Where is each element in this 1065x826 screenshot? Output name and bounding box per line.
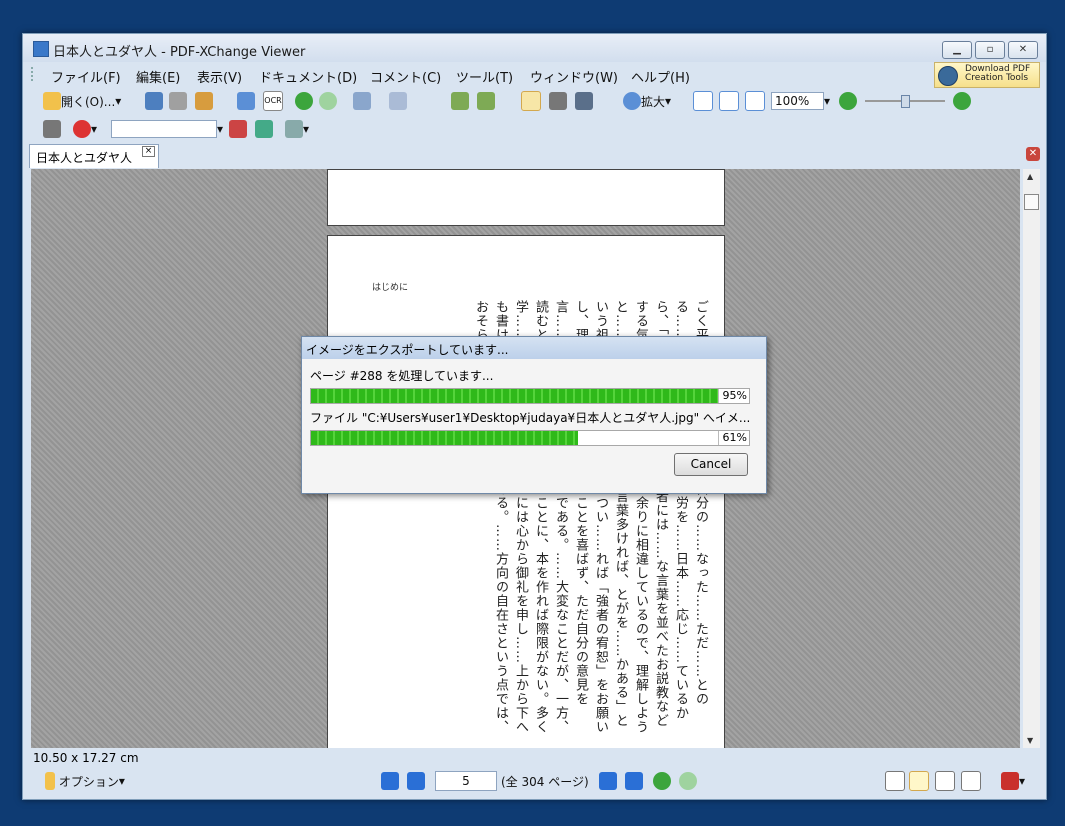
close-document-icon[interactable]: ✕: [1026, 147, 1040, 161]
flag-icon: [45, 772, 55, 790]
binoculars-icon[interactable]: [43, 120, 61, 138]
snapshot-icon[interactable]: [549, 92, 567, 110]
menu-view[interactable]: 表示(V): [197, 67, 242, 86]
menu-document[interactable]: ドキュメント(D): [259, 67, 357, 86]
file-progress-bar: 61%: [310, 430, 750, 446]
window-title: 日本人とユダヤ人 - PDF-XChange Viewer: [53, 45, 306, 60]
menu-bar: ファイル(F) 編集(E) 表示(V) ドキュメント(D) コメント(C) ツー…: [23, 62, 1046, 88]
open-button[interactable]: 開く(O)... ▾: [43, 91, 121, 111]
rotate-right-icon[interactable]: [477, 92, 495, 110]
export-icon[interactable]: [195, 92, 213, 110]
previous-page: [327, 169, 725, 226]
navigation-bar: オプション ▾ 5 (全 304 ページ) ▾: [23, 768, 1046, 796]
options-button[interactable]: オプション ▾: [45, 771, 125, 791]
page-total-label: (全 304 ページ): [501, 774, 589, 789]
menu-help[interactable]: ヘルプ(H): [631, 67, 690, 86]
page-progress-bar: 95%: [310, 388, 750, 404]
document-tab-bar: 日本人とユダヤ人 × ✕: [23, 142, 1046, 169]
download-line2: Creation Tools: [965, 73, 1029, 83]
download-icon: [938, 66, 958, 86]
close-button[interactable]: ✕: [1008, 41, 1038, 59]
file-progress-fill: [311, 431, 579, 445]
dialog-title-bar: イメージをエクスポートしています...: [302, 337, 766, 359]
ask-icon[interactable]: [73, 120, 91, 138]
next-page-icon[interactable]: [599, 772, 617, 790]
first-page-icon[interactable]: [381, 772, 399, 790]
scan-icon[interactable]: [237, 92, 255, 110]
file-path-label: ファイル "C:¥Users¥user1¥Desktop¥judaya¥日本人と…: [310, 411, 751, 425]
zoom-slider[interactable]: [865, 91, 945, 111]
status-bar: 10.50 x 17.27 cm: [23, 748, 1046, 768]
folder-icon: [43, 92, 61, 110]
document-tab[interactable]: 日本人とユダヤ人 ×: [29, 144, 159, 168]
rotate-left-icon[interactable]: [451, 92, 469, 110]
open-label: 開く(O)...: [61, 94, 116, 109]
hand-tool-icon[interactable]: [521, 91, 541, 111]
zoom-in-icon[interactable]: [953, 92, 971, 110]
back-icon[interactable]: [295, 92, 313, 110]
export-progress-dialog: イメージをエクスポートしています... ページ #288 を処理しています...…: [301, 336, 767, 494]
close-tab-icon[interactable]: ×: [142, 146, 155, 157]
page-header: はじめに: [372, 283, 409, 293]
ocr-icon[interactable]: OCR: [263, 91, 283, 111]
scroll-down-icon[interactable]: ▼: [1027, 736, 1033, 745]
forward-icon[interactable]: [319, 92, 337, 110]
magnifier-icon: [623, 92, 641, 110]
previous-page-icon[interactable]: [407, 772, 425, 790]
select-text-icon[interactable]: [575, 92, 593, 110]
find-next-icon[interactable]: [255, 120, 273, 138]
continuous-facing-icon[interactable]: [961, 771, 981, 791]
zoom-in-tool[interactable]: 拡大 ▾: [623, 91, 671, 111]
facing-pages-icon[interactable]: [935, 771, 955, 791]
cancel-button[interactable]: Cancel: [674, 453, 748, 476]
actual-size-icon[interactable]: [693, 91, 713, 111]
menu-tools[interactable]: ツール(T): [456, 67, 513, 86]
save-icon[interactable]: [145, 92, 163, 110]
pdf-icon[interactable]: [1001, 772, 1019, 790]
restore-button[interactable]: ▫: [975, 41, 1005, 59]
zoom-out-icon[interactable]: [839, 92, 857, 110]
menu-window[interactable]: ウィンドウ(W): [530, 67, 618, 86]
file-progress-percent: 61%: [717, 431, 747, 445]
page-progress-percent: 95%: [717, 389, 747, 403]
find-previous-icon[interactable]: [229, 120, 247, 138]
download-creation-tools-button[interactable]: Download PDF Creation Tools: [934, 62, 1040, 88]
scroll-thumb[interactable]: [1024, 194, 1039, 210]
document-tab-label: 日本人とユダヤ人: [36, 151, 133, 165]
zoom-slider-thumb[interactable]: [901, 95, 910, 108]
menu-file[interactable]: ファイル(F): [51, 67, 121, 86]
menu-edit[interactable]: 編集(E): [136, 67, 180, 86]
menu-comment[interactable]: コメント(C): [370, 67, 441, 86]
previous-view-icon[interactable]: [653, 772, 671, 790]
app-icon: [33, 41, 49, 57]
processing-page-label: ページ #288 を処理しています...: [310, 369, 494, 383]
vertical-scrollbar[interactable]: ▲ ▼: [1023, 169, 1040, 748]
page-progress-fill: [311, 389, 728, 403]
next-view-icon[interactable]: [679, 772, 697, 790]
continuous-page-icon[interactable]: [909, 771, 929, 791]
redo-icon[interactable]: [389, 92, 407, 110]
search-input[interactable]: [111, 120, 217, 138]
last-page-icon[interactable]: [625, 772, 643, 790]
dialog-title: イメージをエクスポートしています...: [306, 343, 509, 357]
title-bar: 日本人とユダヤ人 - PDF-XChange Viewer ▁ ▫ ✕: [23, 34, 1046, 62]
filter-icon[interactable]: [285, 120, 303, 138]
fit-width-icon[interactable]: [745, 91, 765, 111]
scroll-up-icon[interactable]: ▲: [1027, 172, 1033, 181]
page-size-readout: 10.50 x 17.27 cm: [33, 751, 139, 765]
page-number-input[interactable]: 5: [435, 771, 497, 791]
menu-grip: [31, 67, 37, 81]
fit-page-icon[interactable]: [719, 91, 739, 111]
options-label: オプション: [58, 774, 119, 789]
minimize-button[interactable]: ▁: [942, 41, 972, 59]
single-page-icon[interactable]: [885, 771, 905, 791]
print-icon[interactable]: [169, 92, 187, 110]
secondary-toolbar: ▾ ▾ ▾: [23, 116, 1046, 142]
main-toolbar: 開く(O)... ▾ OCR 拡大 ▾ 100% ▾: [23, 88, 1046, 114]
zoom-in-label: 拡大: [641, 94, 666, 109]
undo-icon[interactable]: [353, 92, 371, 110]
zoom-input[interactable]: 100%: [771, 92, 824, 110]
